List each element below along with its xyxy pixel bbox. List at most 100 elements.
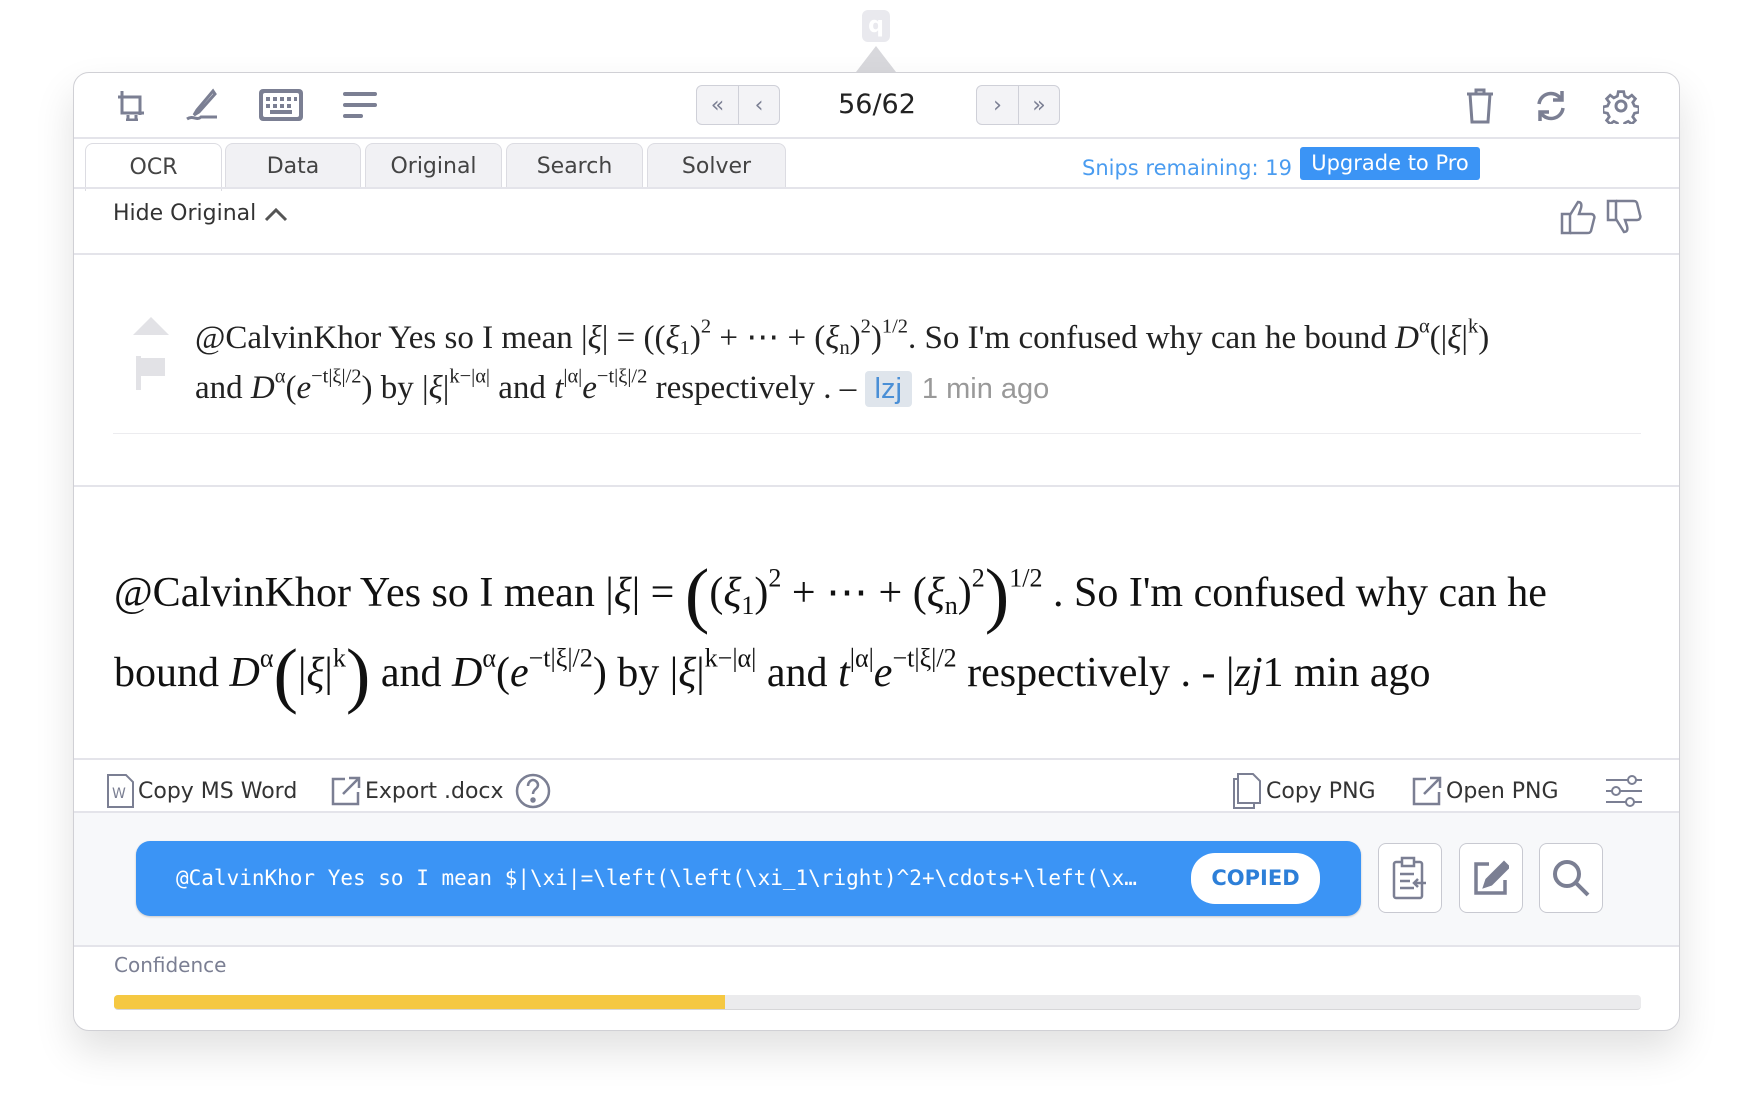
hide-original-toggle[interactable]: Hide Original (113, 201, 288, 226)
text-run: | = (( (601, 320, 666, 356)
search-button[interactable] (1539, 843, 1603, 913)
superscript: k (332, 643, 346, 673)
page-indicator: 56/62 (838, 89, 916, 120)
math-variable: ξ (587, 320, 602, 356)
draw-pen-icon[interactable] (184, 87, 220, 123)
text-run: and (490, 370, 555, 406)
superscript: −t|ξ|/2 (596, 365, 648, 388)
upgrade-button[interactable]: Upgrade to Pro (1300, 147, 1480, 180)
superscript: 1/2 (881, 315, 908, 338)
tab-original[interactable]: Original (365, 143, 502, 189)
export-docx-button[interactable]: Export .docx (331, 771, 504, 811)
text-run: . So I'm confused why can he (1042, 570, 1547, 616)
first-page-button[interactable]: « (697, 86, 738, 124)
superscript: −t|ξ|/2 (528, 643, 593, 673)
text-run: ( (495, 650, 510, 696)
text-run: + ⋯ + ( (781, 570, 927, 616)
upvote-arrow-icon[interactable] (132, 313, 170, 337)
edit-button[interactable] (1459, 843, 1523, 913)
confidence-label: Confidence (114, 953, 227, 977)
comment-user[interactable]: lzj (864, 371, 912, 407)
search-icon (1553, 860, 1590, 897)
copy-doc-icon (1233, 773, 1261, 809)
superscript: 2 (768, 563, 782, 593)
superscript: α (1418, 315, 1430, 338)
rendered-line-1: @CalvinKhor Yes so I mean |ξ| = ((ξ1)2 +… (114, 553, 1654, 633)
word-doc-icon: W (107, 774, 134, 808)
superscript: −t|ξ|/2 (311, 365, 362, 388)
app-window: «‹ 56/62 ›» OCR Data Original Search Sol… (73, 72, 1680, 1031)
prev-page-button[interactable]: ‹ (738, 86, 779, 124)
external-link-icon (331, 776, 361, 806)
superscript: |α| (849, 643, 874, 673)
flag-icon[interactable] (134, 355, 168, 391)
gear-icon[interactable] (1602, 87, 1640, 125)
tab-data[interactable]: Data (225, 143, 361, 189)
comment-time: 1 min ago (921, 373, 1050, 405)
trash-icon[interactable] (1462, 87, 1498, 125)
superscript: |α| (563, 365, 583, 388)
superscript: k (1468, 315, 1479, 338)
copy-ms-word-label: Copy MS Word (138, 778, 298, 804)
large-paren: ) (345, 634, 371, 716)
external-link-icon (1412, 776, 1442, 806)
next-page-button[interactable]: › (977, 86, 1018, 124)
text-run: and (756, 650, 839, 696)
superscript: α (274, 365, 286, 388)
text-run: ) (754, 570, 769, 616)
text-run: respectively . - | (956, 650, 1235, 696)
text-run: and (195, 370, 251, 406)
text-run: respectively . – (647, 370, 865, 406)
chevron-up-icon (265, 207, 288, 221)
menu-lines-icon[interactable] (342, 87, 378, 123)
thumbs-down-icon[interactable] (1604, 197, 1644, 237)
popover-arrow (856, 46, 896, 72)
confidence-fill (114, 995, 725, 1009)
math-variable: D (1395, 320, 1419, 356)
text-run: ( (285, 370, 297, 406)
sliders-icon[interactable] (1604, 771, 1644, 811)
text-run: bound (114, 650, 230, 696)
math-variable: ξ (926, 570, 945, 616)
math-variable: ξ (678, 650, 697, 696)
tab-solver[interactable]: Solver (647, 143, 786, 189)
confidence-bar (114, 995, 1641, 1010)
thumbs-up-icon[interactable] (1558, 197, 1598, 237)
original-divider (113, 433, 1641, 434)
subscript: 1 (679, 337, 690, 360)
math-variable: ξ (723, 570, 742, 616)
text-run: | (696, 650, 705, 696)
superscript: 1/2 (1009, 563, 1043, 593)
paste-clipboard-button[interactable] (1378, 843, 1442, 913)
open-png-button[interactable]: Open PNG (1412, 771, 1559, 811)
original-line-2: and Dα(e−t|ξ|/2) by |ξ|k−|α| and t|α|e−t… (195, 363, 1675, 414)
superscript: 2 (971, 563, 985, 593)
math-variable: ξ (306, 650, 325, 696)
text-run: + ⋯ + ( (711, 320, 826, 356)
text-run: ) (689, 320, 701, 356)
text-run: and (370, 650, 452, 696)
refresh-icon[interactable] (1532, 87, 1570, 125)
subscript: n (839, 337, 850, 360)
copy-ms-word-button[interactable]: W Copy MS Word (106, 771, 297, 811)
text-run: ) (870, 320, 882, 356)
keyboard-icon[interactable] (257, 85, 305, 125)
text-run: @CalvinKhor Yes so I mean | (114, 570, 614, 616)
text-run: 1 min ago (1262, 650, 1431, 696)
tab-search[interactable]: Search (506, 143, 643, 189)
copy-png-button[interactable]: Copy PNG (1232, 771, 1376, 811)
rendered-line-2: bound Dα(|ξ|k) and Dα(e−t|ξ|/2) by |ξ|k−… (114, 633, 1654, 713)
tab-ocr[interactable]: OCR (85, 143, 222, 191)
math-variable: ξ (613, 570, 632, 616)
latex-copy-bar[interactable]: @CalvinKhor Yes so I mean $|\xi|=\left(\… (136, 841, 1361, 916)
math-variable: e (509, 650, 529, 696)
copied-badge: COPIED (1191, 853, 1320, 904)
text-run: | (581, 320, 588, 356)
math-variable: ξ (665, 320, 680, 356)
help-icon[interactable] (514, 771, 552, 811)
text-run: ) by | (592, 650, 679, 696)
snip-screen-icon[interactable] (114, 87, 150, 123)
last-page-button[interactable]: » (1018, 86, 1059, 124)
rendered-output: @CalvinKhor Yes so I mean |ξ| = ((ξ1)2 +… (114, 553, 1654, 713)
text-run: ( (709, 570, 724, 616)
